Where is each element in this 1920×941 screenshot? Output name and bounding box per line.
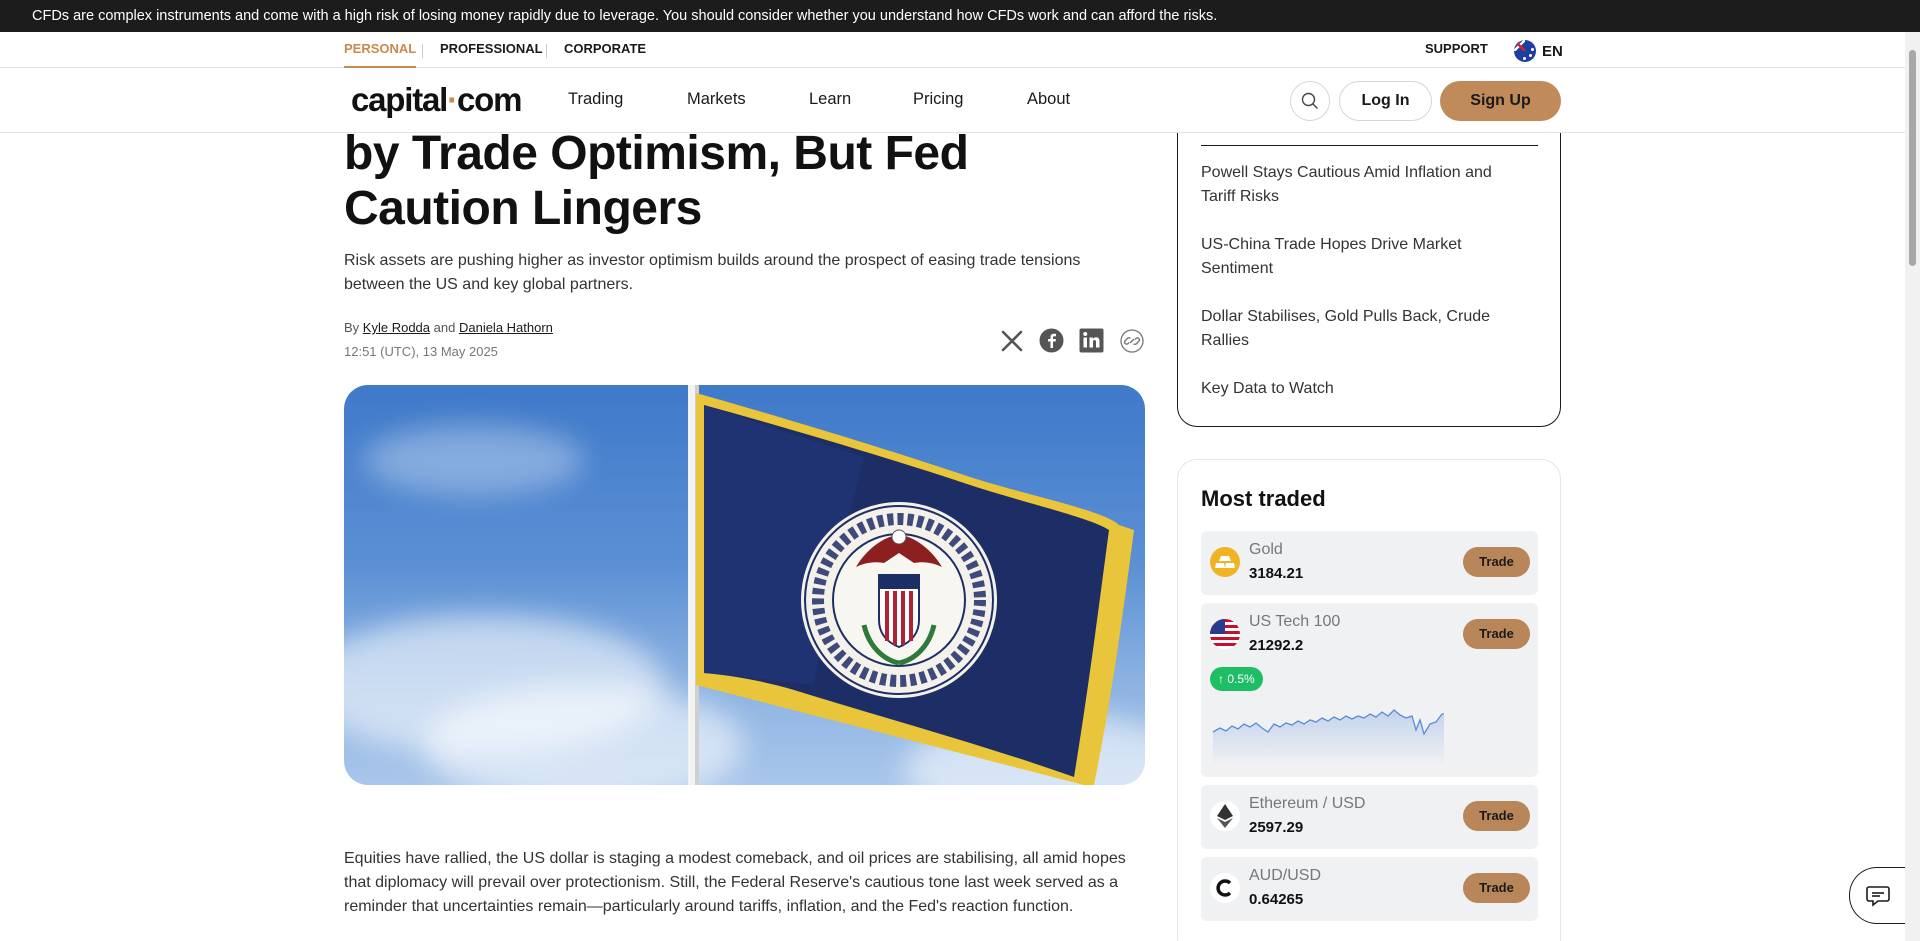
- instrument-price: 21292.2: [1249, 637, 1304, 654]
- risk-warning-banner: CFDs are complex instruments and come wi…: [0, 0, 1920, 32]
- instrument-row-ethereum-usd[interactable]: Ethereum / USD 2597.29 Trade: [1201, 785, 1538, 849]
- scrollbar-thumb[interactable]: [1909, 50, 1916, 266]
- logo-text-part2: com: [456, 81, 522, 118]
- instrument-row-aud-usd[interactable]: AUD/USD 0.64265 Trade: [1201, 857, 1538, 921]
- search-button[interactable]: [1290, 81, 1330, 121]
- segment-personal[interactable]: PERSONAL: [344, 32, 417, 68]
- gold-icon: [1210, 547, 1240, 577]
- instrument-name: Ethereum / USD: [1249, 795, 1366, 812]
- byline: By Kyle Rodda and Daniela Hathorn: [344, 320, 553, 335]
- share-buttons: [998, 327, 1145, 354]
- instrument-row-gold[interactable]: Gold 3184.21 Trade: [1201, 531, 1538, 595]
- toc-item[interactable]: Powell Stays Cautious Amid Inflation and…: [1201, 161, 1521, 209]
- article-subtitle: Risk assets are pushing higher as invest…: [344, 252, 1081, 293]
- logo-text-part1: capital: [351, 81, 448, 118]
- segment-divider: [546, 44, 547, 58]
- toc-item[interactable]: Dollar Stabilises, Gold Pulls Back, Crud…: [1201, 305, 1521, 353]
- byline-and: and: [433, 320, 456, 335]
- capital-c-icon: [1210, 873, 1240, 903]
- ethereum-icon: [1210, 801, 1240, 831]
- nav-learn[interactable]: Learn: [809, 90, 851, 109]
- segment-professional[interactable]: PROFESSIONAL: [440, 32, 543, 68]
- byline-by: By: [344, 320, 360, 335]
- segment-bar: PERSONAL PROFESSIONAL CORPORATE SUPPORT …: [0, 32, 1905, 68]
- instrument-name: Gold: [1249, 541, 1283, 558]
- signup-button[interactable]: Sign Up: [1440, 81, 1561, 121]
- segment-divider: [422, 44, 423, 58]
- chat-button[interactable]: [1849, 867, 1905, 924]
- instrument-price: 0.64265: [1249, 891, 1304, 908]
- toc-divider: [1201, 145, 1538, 146]
- trade-button[interactable]: Trade: [1463, 873, 1530, 903]
- page-scrollbar[interactable]: [1905, 32, 1920, 941]
- price-change-badge: ↑ 0.5%: [1210, 667, 1263, 691]
- article-title-line: Caution Lingers: [344, 182, 702, 235]
- segment-corporate[interactable]: CORPORATE: [564, 32, 646, 68]
- toc-item[interactable]: US-China Trade Hopes Drive Market Sentim…: [1201, 233, 1521, 281]
- main-header: capital·com Trading Markets Learn Pricin…: [0, 68, 1905, 133]
- search-icon: [1301, 92, 1318, 109]
- logo-dot: ·: [447, 81, 458, 118]
- support-link[interactable]: SUPPORT: [1425, 32, 1488, 66]
- most-traded-widget: Most traded Gold 3184.21 Trade US Tech 1…: [1177, 459, 1561, 941]
- nav-markets[interactable]: Markets: [687, 90, 746, 109]
- us-flag-icon: [1210, 619, 1240, 649]
- nav-pricing[interactable]: Pricing: [913, 90, 963, 109]
- trade-button[interactable]: Trade: [1463, 801, 1530, 831]
- capital-com-logo[interactable]: capital·com: [351, 81, 522, 119]
- language-code: EN: [1542, 42, 1563, 60]
- australia-flag-icon: [1514, 40, 1536, 62]
- x-icon: [1001, 330, 1022, 351]
- login-button[interactable]: Log In: [1339, 81, 1432, 121]
- trade-button[interactable]: Trade: [1463, 619, 1530, 649]
- linkedin-icon: [1079, 328, 1104, 353]
- facebook-share-button[interactable]: [1038, 327, 1065, 354]
- article-body-paragraph: Equities have rallied, the US dollar is …: [344, 850, 1126, 915]
- toc-item[interactable]: Key Data to Watch: [1201, 377, 1521, 401]
- language-selector[interactable]: EN: [1514, 40, 1563, 62]
- facebook-icon: [1039, 328, 1064, 353]
- author-link-1[interactable]: Kyle Rodda: [363, 320, 430, 335]
- article-title: by Trade Optimism, But Fed Caution Linge…: [344, 126, 1144, 236]
- instrument-price: 3184.21: [1249, 565, 1304, 582]
- nav-trading[interactable]: Trading: [568, 90, 623, 109]
- trade-button[interactable]: Trade: [1463, 547, 1530, 577]
- copy-link-button[interactable]: [1118, 327, 1145, 354]
- table-of-contents: Powell Stays Cautious Amid Inflation and…: [1177, 110, 1561, 427]
- link-icon: [1119, 328, 1144, 353]
- nav-about[interactable]: About: [1027, 90, 1070, 109]
- article-hero-image: [344, 385, 1145, 785]
- chat-icon: [1865, 885, 1890, 907]
- instrument-price: 2597.29: [1249, 819, 1304, 836]
- most-traded-title: Most traded: [1201, 486, 1326, 511]
- linkedin-share-button[interactable]: [1078, 327, 1105, 354]
- publish-date: 12:51 (UTC), 13 May 2025: [344, 344, 498, 359]
- instrument-row-us-tech-100[interactable]: US Tech 100 21292.2 Trade ↑ 0.5%: [1201, 603, 1538, 777]
- instrument-name: US Tech 100: [1249, 613, 1341, 630]
- article-title-line: by Trade Optimism, But Fed: [344, 127, 969, 180]
- author-link-2[interactable]: Daniela Hathorn: [459, 320, 553, 335]
- x-twitter-share-button[interactable]: [998, 327, 1025, 354]
- federal-reserve-flag-graphic: [688, 385, 1134, 785]
- instrument-name: AUD/USD: [1249, 867, 1322, 884]
- price-sparkline: [1212, 709, 1444, 766]
